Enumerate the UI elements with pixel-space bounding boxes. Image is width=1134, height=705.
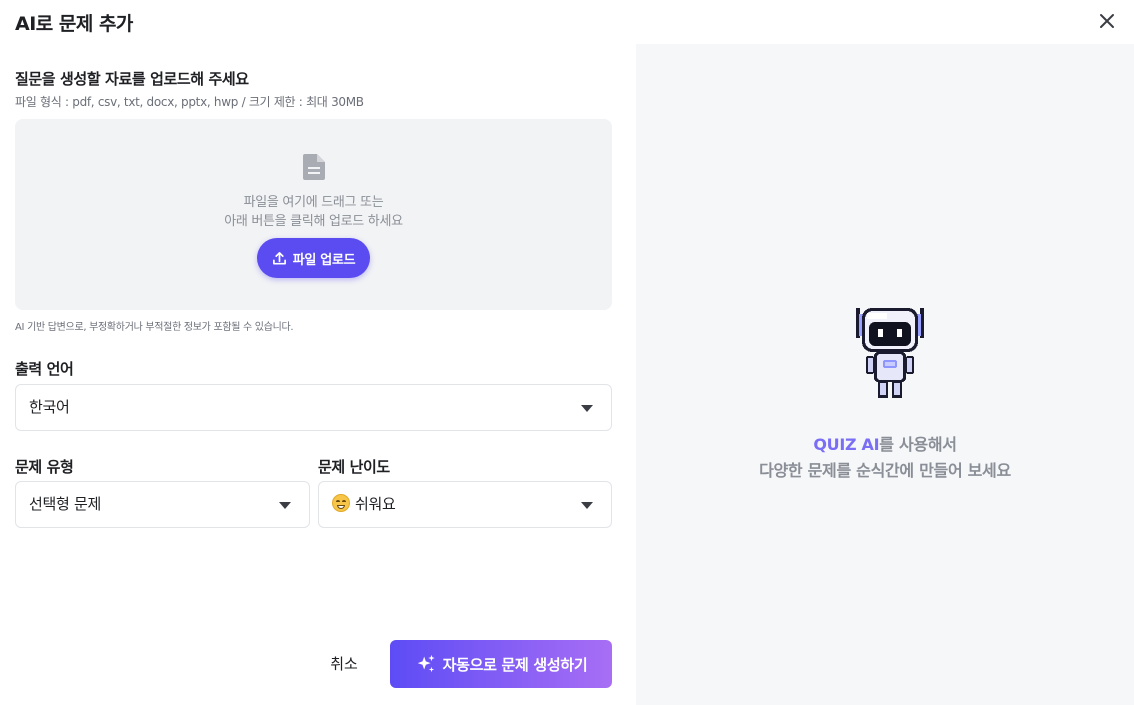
file-dropzone[interactable]: 파일을 여기에 드래그 또는 아래 버튼을 클릭해 업로드 하세요 파일 업로드 — [15, 119, 612, 310]
promo-line2: 다양한 문제를 순식간에 만들어 보세요 — [759, 461, 1011, 480]
upload-format-info: 파일 형식 : pdf, csv, txt, docx, pptx, hwp /… — [15, 95, 364, 109]
cancel-button[interactable]: 취소 — [316, 640, 372, 688]
generate-questions-button[interactable]: 자동으로 문제 생성하기 — [390, 640, 612, 688]
upload-heading: 질문을 생성할 자료를 업로드해 주세요 — [15, 70, 249, 88]
output-language-label: 출력 언어 — [15, 360, 74, 378]
promo-line1-text: 를 사용해서 — [879, 435, 957, 454]
generate-button-label: 자동으로 문제 생성하기 — [442, 655, 588, 674]
question-type-value: 선택형 문제 — [29, 495, 101, 513]
brand-name: QUIZ AI — [813, 435, 880, 454]
dropzone-hint-line2: 아래 버튼을 클릭해 업로드 하세요 — [224, 214, 403, 229]
robot-icon — [856, 308, 924, 398]
ai-disclaimer: AI 기반 답변으로, 부정확하거나 부적절한 정보가 포함될 수 있습니다. — [15, 322, 294, 333]
difficulty-value: 쉬워요 — [355, 495, 396, 513]
dialog-title: AI로 문제 추가 — [15, 13, 133, 35]
chevron-down-icon — [581, 502, 593, 509]
ai-question-form: AI로 문제 추가 질문을 생성할 자료를 업로드해 주세요 파일 형식 : p… — [0, 0, 636, 705]
document-icon — [303, 154, 325, 180]
promo-line1: QUIZ AI를 사용해서 — [636, 431, 1134, 455]
sparkles-icon — [417, 654, 435, 673]
promo-panel: QUIZ AI를 사용해서 다양한 문제를 순식간에 만들어 보세요 — [636, 44, 1134, 705]
file-upload-button[interactable]: 파일 업로드 — [257, 238, 370, 278]
difficulty-label: 문제 난이도 — [318, 458, 390, 476]
question-type-label: 문제 유형 — [15, 458, 74, 476]
chevron-down-icon — [581, 405, 593, 412]
output-language-value: 한국어 — [29, 398, 70, 416]
grinning-face-icon — [332, 494, 350, 512]
dropzone-hint-line1: 파일을 여기에 드래그 또는 — [243, 195, 384, 210]
file-upload-button-label: 파일 업로드 — [292, 252, 356, 268]
difficulty-select[interactable]: 쉬워요 — [318, 481, 612, 528]
output-language-select[interactable]: 한국어 — [15, 384, 612, 431]
question-type-select[interactable]: 선택형 문제 — [15, 481, 310, 528]
close-icon[interactable] — [1096, 10, 1118, 32]
upload-icon — [272, 251, 286, 264]
chevron-down-icon — [279, 502, 291, 509]
